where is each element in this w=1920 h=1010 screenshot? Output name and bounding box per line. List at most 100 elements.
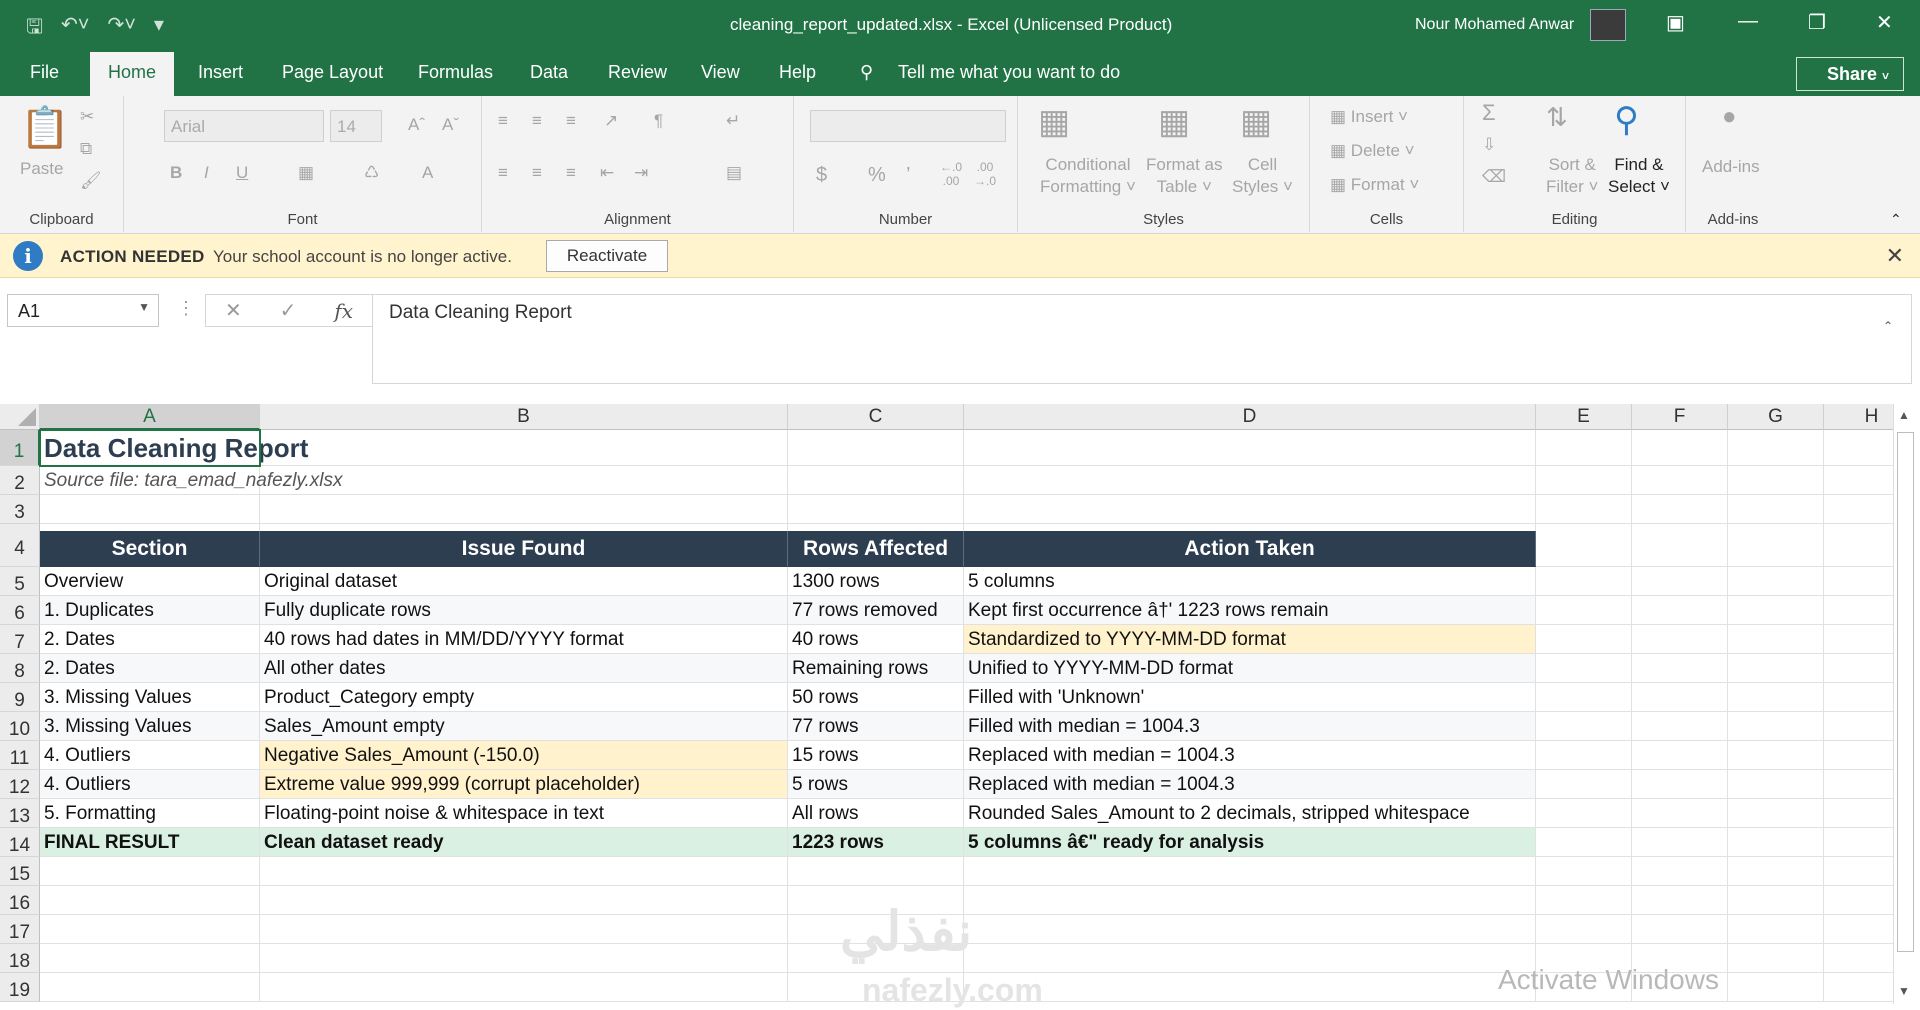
align-left-icon[interactable]: ≡ bbox=[498, 162, 508, 184]
customize-qat-icon[interactable]: ▾ bbox=[154, 12, 164, 46]
table-data-cell[interactable]: Product_Category empty bbox=[260, 683, 788, 712]
table-data-cell[interactable]: 2. Dates bbox=[40, 654, 260, 683]
column-header-a[interactable]: A bbox=[40, 404, 260, 430]
cell[interactable] bbox=[1536, 430, 1632, 466]
cell[interactable] bbox=[1632, 886, 1728, 915]
cell[interactable] bbox=[1824, 857, 1900, 886]
increase-decimal-icon[interactable]: ←.0.00 bbox=[940, 160, 962, 188]
table-data-cell[interactable]: Remaining rows bbox=[788, 654, 964, 683]
cell[interactable] bbox=[40, 944, 260, 973]
column-header-e[interactable]: E bbox=[1536, 404, 1632, 430]
table-data-cell[interactable]: Standardized to YYYY-MM-DD format bbox=[964, 625, 1536, 654]
decrease-indent-icon[interactable]: ⇤ bbox=[600, 162, 614, 184]
name-box[interactable]: A1 ▼ bbox=[7, 294, 159, 327]
cell[interactable] bbox=[1728, 524, 1824, 567]
wrap-text-icon[interactable]: ↵ bbox=[726, 110, 740, 132]
cell[interactable] bbox=[1824, 712, 1900, 741]
font-color-icon[interactable]: A bbox=[422, 162, 433, 184]
orientation-icon[interactable]: ↗ bbox=[604, 110, 618, 132]
tab-formulas[interactable]: Formulas bbox=[418, 62, 493, 83]
cell[interactable] bbox=[964, 886, 1536, 915]
table-data-cell[interactable]: Unified to YYYY-MM-DD format bbox=[964, 654, 1536, 683]
enter-icon[interactable]: ✓ bbox=[280, 298, 297, 323]
table-data-cell[interactable]: 4. Outliers bbox=[40, 770, 260, 799]
cell[interactable] bbox=[1536, 625, 1632, 654]
cell[interactable] bbox=[1728, 886, 1824, 915]
cell[interactable] bbox=[1824, 944, 1900, 973]
tab-data[interactable]: Data bbox=[530, 62, 568, 83]
final-result-cell[interactable]: 5 columns â€" ready for analysis bbox=[964, 828, 1536, 857]
cell[interactable] bbox=[1632, 799, 1728, 828]
conditional-formatting-icon[interactable]: ▦ bbox=[1038, 102, 1070, 142]
table-data-cell[interactable]: 77 rows bbox=[788, 712, 964, 741]
formula-bar-grip-icon[interactable]: ⋮ bbox=[177, 298, 195, 319]
table-data-cell[interactable]: Floating-point noise & whitespace in tex… bbox=[260, 799, 788, 828]
cell[interactable] bbox=[1536, 683, 1632, 712]
align-middle-icon[interactable]: ≡ bbox=[532, 110, 542, 132]
table-data-cell[interactable]: Overview bbox=[40, 567, 260, 596]
table-data-cell[interactable]: Replaced with median = 1004.3 bbox=[964, 741, 1536, 770]
cell[interactable] bbox=[1728, 567, 1824, 596]
collapse-ribbon-icon[interactable]: ⌃ bbox=[1890, 208, 1902, 230]
cell[interactable] bbox=[1728, 683, 1824, 712]
cell[interactable] bbox=[260, 857, 788, 886]
cell[interactable] bbox=[40, 973, 260, 1002]
cell[interactable] bbox=[1824, 596, 1900, 625]
ribbon-display-options-icon[interactable]: ▣ bbox=[1666, 10, 1685, 35]
tab-file[interactable]: File bbox=[30, 62, 59, 83]
select-all-button[interactable] bbox=[0, 404, 40, 430]
fill-color-icon[interactable]: ♺ bbox=[364, 162, 379, 184]
cell[interactable] bbox=[1632, 828, 1728, 857]
table-data-cell[interactable]: Filled with 'Unknown' bbox=[964, 683, 1536, 712]
cell[interactable] bbox=[1632, 567, 1728, 596]
cell[interactable] bbox=[1536, 524, 1632, 567]
clear-icon[interactable]: ⌫ bbox=[1482, 166, 1506, 188]
cell[interactable] bbox=[1824, 683, 1900, 712]
row-header-4[interactable]: 4 bbox=[0, 524, 40, 567]
cell[interactable] bbox=[1728, 654, 1824, 683]
scroll-up-icon[interactable]: ▲ bbox=[1898, 408, 1910, 422]
table-data-cell[interactable]: Extreme value 999,999 (corrupt placehold… bbox=[260, 770, 788, 799]
table-data-cell[interactable]: All other dates bbox=[260, 654, 788, 683]
cell[interactable] bbox=[260, 973, 788, 1002]
table-data-cell[interactable]: 77 rows removed bbox=[788, 596, 964, 625]
cell-styles-icon[interactable]: ▦ bbox=[1240, 102, 1272, 142]
table-data-cell[interactable]: 5 columns bbox=[964, 567, 1536, 596]
table-data-cell[interactable]: 3. Missing Values bbox=[40, 683, 260, 712]
decrease-decimal-icon[interactable]: .00 →.0 bbox=[974, 160, 996, 188]
close-message-icon[interactable]: ✕ bbox=[1886, 243, 1904, 269]
sort-filter-icon[interactable]: ⇅ bbox=[1546, 102, 1568, 132]
cell[interactable] bbox=[1632, 857, 1728, 886]
save-icon[interactable]: 🖫 bbox=[26, 12, 43, 46]
cell[interactable] bbox=[260, 495, 788, 524]
cell[interactable] bbox=[1632, 596, 1728, 625]
tab-home[interactable]: Home bbox=[90, 52, 175, 96]
cell[interactable] bbox=[788, 466, 964, 495]
cell[interactable] bbox=[1728, 828, 1824, 857]
cell[interactable] bbox=[1824, 625, 1900, 654]
report-title[interactable]: Data Cleaning Report bbox=[40, 430, 640, 466]
cell[interactable] bbox=[1824, 654, 1900, 683]
source-file-note[interactable]: Source file: tara_emad_nafezly.xlsx bbox=[40, 466, 640, 495]
tell-me-search[interactable]: Tell me what you want to do bbox=[898, 62, 1120, 83]
format-as-table-icon[interactable]: ▦ bbox=[1158, 102, 1190, 142]
cell[interactable] bbox=[1824, 886, 1900, 915]
cell[interactable] bbox=[964, 466, 1536, 495]
cell[interactable] bbox=[1536, 654, 1632, 683]
final-result-cell[interactable]: Clean dataset ready bbox=[260, 828, 788, 857]
cell[interactable] bbox=[1824, 799, 1900, 828]
scroll-down-icon[interactable]: ▼ bbox=[1898, 984, 1910, 998]
tab-page-layout[interactable]: Page Layout bbox=[282, 62, 383, 83]
comma-style-icon[interactable]: ’ bbox=[906, 164, 910, 186]
cell[interactable] bbox=[788, 495, 964, 524]
cell[interactable] bbox=[964, 915, 1536, 944]
cell[interactable] bbox=[1632, 654, 1728, 683]
column-header-d[interactable]: D bbox=[964, 404, 1536, 430]
cell[interactable] bbox=[1824, 915, 1900, 944]
close-icon[interactable]: ✕ bbox=[1876, 10, 1893, 35]
format-cells-button[interactable]: ▦ Format ˅ bbox=[1330, 174, 1419, 196]
tab-help[interactable]: Help bbox=[779, 62, 816, 83]
table-data-cell[interactable]: 5. Formatting bbox=[40, 799, 260, 828]
merge-center-icon[interactable]: ▤ bbox=[726, 162, 742, 184]
table-data-cell[interactable]: Filled with median = 1004.3 bbox=[964, 712, 1536, 741]
